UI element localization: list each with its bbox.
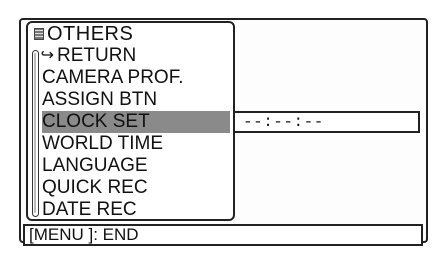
menu-item-label: QUICK REC — [42, 177, 148, 198]
camera-menu-screen: OTHERS ↩ RETURN CAMERA PROF. ASSIGN BTN … — [0, 0, 448, 256]
menu-item-label: WORLD TIME — [42, 133, 164, 154]
menu-item-label: CAMERA PROF. — [42, 67, 184, 88]
menu-item-label: CLOCK SET — [42, 111, 150, 132]
menu-scrollbar[interactable] — [32, 50, 39, 217]
menu-item-return[interactable]: ↩ RETURN — [40, 45, 230, 67]
others-category-icon — [34, 28, 44, 40]
menu-title: OTHERS — [34, 22, 133, 46]
menu-footer-hint: [MENU ]: END — [23, 224, 423, 246]
menu-item-label: ASSIGN BTN — [42, 89, 158, 110]
return-icon: ↩ — [40, 47, 54, 64]
menu-item-quick-rec[interactable]: QUICK REC — [42, 177, 230, 199]
clock-set-value-box[interactable]: --:--:-- — [233, 111, 420, 133]
menu-item-list: ↩ RETURN CAMERA PROF. ASSIGN BTN CLOCK S… — [40, 45, 230, 221]
scrollbar-thumb[interactable] — [34, 53, 36, 213]
menu-item-world-time[interactable]: WORLD TIME — [42, 133, 230, 155]
menu-item-clock-set[interactable]: CLOCK SET — [42, 111, 230, 133]
menu-item-label: RETURN — [57, 45, 137, 66]
menu-item-assign-btn[interactable]: ASSIGN BTN — [42, 89, 230, 111]
menu-title-label: OTHERS — [47, 22, 134, 45]
menu-item-date-rec[interactable]: DATE REC — [42, 199, 230, 221]
menu-item-label: LANGUAGE — [42, 155, 148, 176]
menu-item-language[interactable]: LANGUAGE — [42, 155, 230, 177]
menu-item-label: DATE REC — [42, 199, 137, 220]
menu-item-camera-prof[interactable]: CAMERA PROF. — [42, 67, 230, 89]
